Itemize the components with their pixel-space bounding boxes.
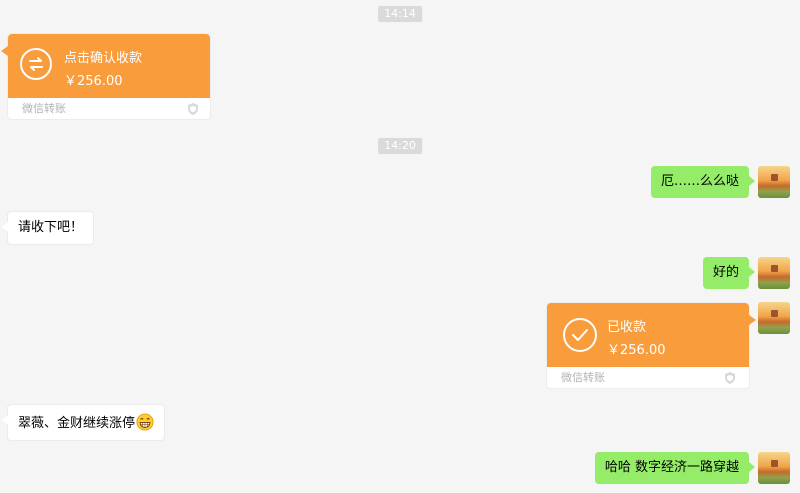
avatar[interactable] (758, 302, 790, 334)
transfer-arrows-icon (20, 48, 52, 80)
transfer-footer-label: 微信转账 (22, 102, 66, 115)
received-message: 翠薇、金财继续涨停 (1, 404, 166, 441)
shield-icon (188, 103, 198, 115)
transfer-card-header: 已收款 ￥256.00 (547, 303, 756, 367)
timestamp: 14:20 (378, 138, 422, 154)
shield-icon (725, 372, 735, 384)
received-message-text: 翠薇、金财继续涨停 (18, 416, 136, 431)
transfer-footer: 微信转账 (8, 98, 210, 119)
sent-message: 哈哈 数字经济一路穿越 (594, 452, 756, 484)
avatar[interactable] (758, 257, 790, 289)
transfer-title: 已收款 (607, 320, 647, 335)
transfer-card-header: 点击确认收款 ￥256.00 (1, 34, 210, 98)
transfer-amount: ￥256.00 (64, 74, 123, 89)
grin-emoji-icon (136, 413, 154, 431)
transfer-title: 点击确认收款 (64, 51, 143, 66)
transfer-footer-label: 微信转账 (561, 371, 605, 384)
received-message: 请收下吧！ (1, 211, 95, 245)
checkmark-icon (563, 318, 597, 352)
timestamp: 14:14 (378, 6, 422, 22)
avatar[interactable] (758, 452, 790, 484)
transfer-footer: 微信转账 (547, 367, 749, 388)
transfer-amount: ￥256.00 (607, 343, 666, 358)
transfer-card-pending[interactable]: 点击确认收款 ￥256.00 微信转账 (1, 33, 211, 120)
avatar[interactable] (758, 166, 790, 198)
sent-message: 好的 (702, 257, 756, 289)
transfer-card-received[interactable]: 已收款 ￥256.00 微信转账 (546, 302, 756, 389)
sent-message: 厄……么么哒 (650, 166, 756, 198)
